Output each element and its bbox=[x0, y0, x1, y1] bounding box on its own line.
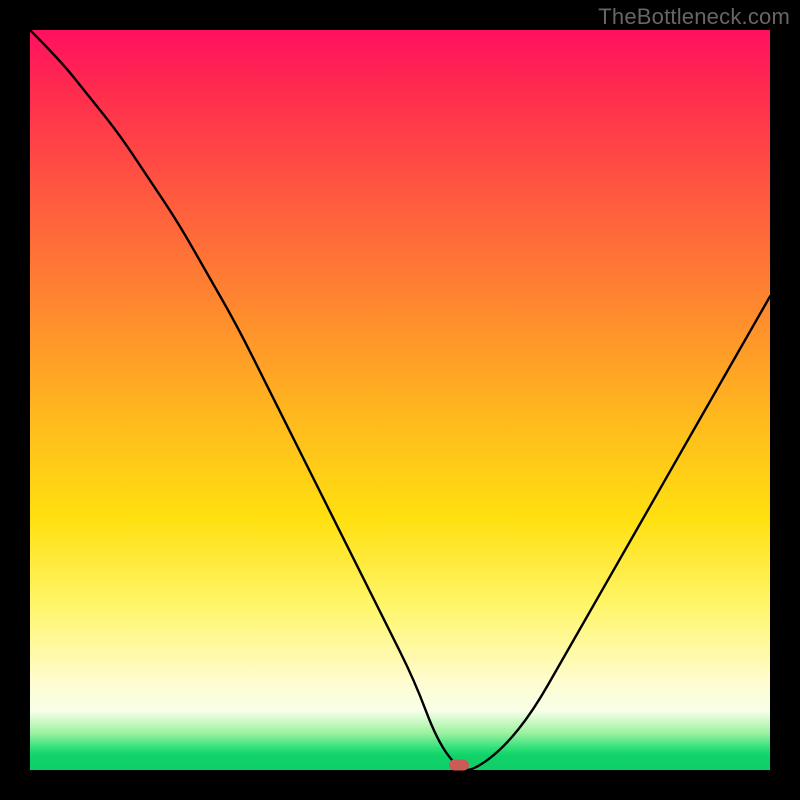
bottleneck-curve bbox=[30, 30, 770, 770]
optimal-point-marker bbox=[449, 760, 469, 771]
chart-frame: TheBottleneck.com bbox=[0, 0, 800, 800]
plot-area bbox=[30, 30, 770, 770]
watermark-text: TheBottleneck.com bbox=[598, 4, 790, 30]
